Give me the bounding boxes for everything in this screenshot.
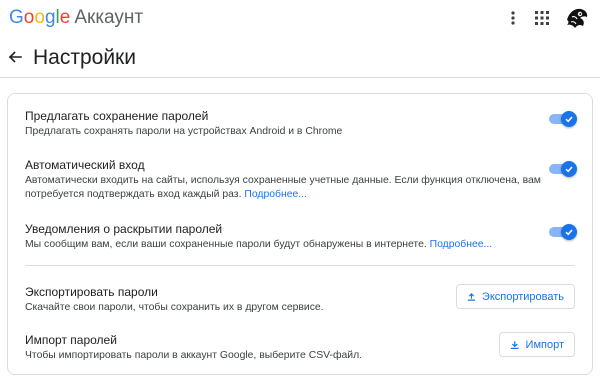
page-title: Настройки xyxy=(33,46,136,69)
export-button[interactable]: Экспортировать xyxy=(456,284,575,309)
product-name: Аккаунт xyxy=(74,7,144,28)
toggle-offer-save-passwords[interactable] xyxy=(549,111,577,127)
apps-grid-icon[interactable] xyxy=(528,4,556,32)
setting-description-text: потребуется подтверждать вход каждый раз… xyxy=(25,189,242,200)
logo-letter: g xyxy=(44,7,56,28)
avatar[interactable] xyxy=(562,3,592,33)
google-account-logo[interactable]: Google Аккаунт xyxy=(9,7,143,29)
setting-title: Предлагать сохранение паролей xyxy=(25,109,209,123)
setting-breach-alerts: Уведомления о раскрытии паролей Мы сообщ… xyxy=(25,221,492,252)
export-passwords-section: Экспортировать пароли Скачайте свои паро… xyxy=(25,284,324,315)
more-vert-icon[interactable] xyxy=(499,4,527,32)
check-icon xyxy=(561,224,577,240)
logo-letter: o xyxy=(34,7,45,28)
divider xyxy=(25,265,575,266)
setting-description: Мы сообщим вам, если ваши сохраненные па… xyxy=(25,238,492,252)
export-button-label: Экспортировать xyxy=(481,290,564,303)
export-description: Скачайте свои пароли, чтобы сохранить их… xyxy=(25,302,324,313)
learn-more-link[interactable]: Подробнее... xyxy=(244,189,307,200)
export-title: Экспортировать пароли xyxy=(25,285,158,299)
setting-title: Уведомления о раскрытии паролей xyxy=(25,222,223,236)
download-icon xyxy=(510,340,519,349)
top-bar: Google Аккаунт xyxy=(0,0,600,38)
check-icon xyxy=(561,111,577,127)
learn-more-link[interactable]: Подробнее... xyxy=(430,239,493,250)
import-button-label: Импорт xyxy=(525,338,564,351)
setting-description: Предлагать сохранять пароли на устройств… xyxy=(25,126,343,137)
logo-letter: G xyxy=(9,7,24,28)
toggle-breach-alerts[interactable] xyxy=(549,224,577,240)
setting-title: Автоматический вход xyxy=(25,158,145,172)
settings-card: Предлагать сохранение паролей Предлагать… xyxy=(7,93,593,375)
import-passwords-section: Импорт паролей Чтобы импортировать парол… xyxy=(25,332,362,363)
setting-description-text: Мы сообщим вам, если ваши сохраненные па… xyxy=(25,239,427,250)
arrow-back-icon[interactable] xyxy=(4,46,26,68)
import-button[interactable]: Импорт xyxy=(499,332,575,357)
check-icon xyxy=(561,161,577,177)
setting-description: Автоматически входить на сайты, использу… xyxy=(25,174,541,202)
setting-description-line: Автоматически входить на сайты, использу… xyxy=(25,175,541,186)
logo-letter: o xyxy=(23,7,35,28)
upload-icon xyxy=(467,292,476,301)
setting-offer-save-passwords: Предлагать сохранение паролей Предлагать… xyxy=(25,108,342,139)
import-description: Чтобы импортировать пароли в аккаунт Goo… xyxy=(25,350,363,361)
setting-description-line: потребуется подтверждать вход каждый раз… xyxy=(25,188,541,202)
page-header: Настройки xyxy=(0,38,600,78)
logo-letter: e xyxy=(59,7,71,28)
setting-auto-sign-in: Автоматический вход Автоматически входит… xyxy=(25,157,541,202)
toggle-auto-sign-in[interactable] xyxy=(549,161,577,177)
import-title: Импорт паролей xyxy=(25,333,117,347)
